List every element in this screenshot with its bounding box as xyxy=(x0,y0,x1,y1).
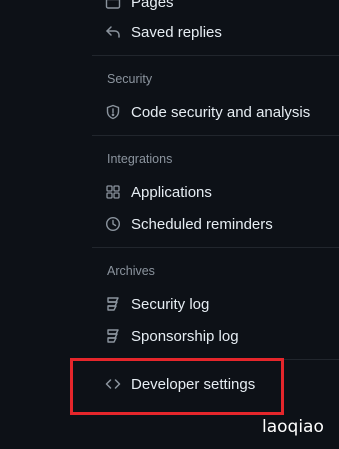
sidebar-item-label: Code security and analysis xyxy=(131,103,311,121)
sidebar-item-label: Saved replies xyxy=(131,23,222,41)
watermark: laoqiao xyxy=(262,417,324,437)
section-title-security: Security xyxy=(107,72,153,86)
browser-icon xyxy=(104,0,122,11)
divider xyxy=(92,55,339,56)
section-title-archives: Archives xyxy=(107,264,155,278)
sidebar-item-label: Security log xyxy=(131,295,210,313)
sidebar-item-scheduled-reminders[interactable]: Scheduled reminders xyxy=(104,210,273,238)
sidebar-item-saved-replies[interactable]: Saved replies xyxy=(104,18,222,46)
clock-icon xyxy=(104,215,122,233)
sidebar-item-label: Scheduled reminders xyxy=(131,215,273,233)
divider xyxy=(92,135,339,136)
divider xyxy=(92,247,339,248)
sidebar-item-security-log[interactable]: Security log xyxy=(104,290,209,318)
sidebar-item-code-security[interactable]: Code security and analysis xyxy=(104,98,310,126)
settings-sidebar: Pages Saved replies Security Code securi… xyxy=(0,0,339,449)
sidebar-item-label: Pages xyxy=(131,0,174,11)
sidebar-item-label: Applications xyxy=(131,183,212,201)
section-title-integrations: Integrations xyxy=(107,152,173,166)
apps-grid-icon xyxy=(104,183,122,201)
shield-icon xyxy=(104,103,122,121)
reply-icon xyxy=(104,23,122,41)
sidebar-item-pages[interactable]: Pages xyxy=(104,0,174,16)
sidebar-item-label: Sponsorship log xyxy=(131,327,239,345)
highlight-box xyxy=(70,358,284,415)
sidebar-item-applications[interactable]: Applications xyxy=(104,178,212,206)
sidebar-item-sponsorship-log[interactable]: Sponsorship log xyxy=(104,322,239,350)
log-icon xyxy=(104,295,122,313)
log-icon xyxy=(104,327,122,345)
